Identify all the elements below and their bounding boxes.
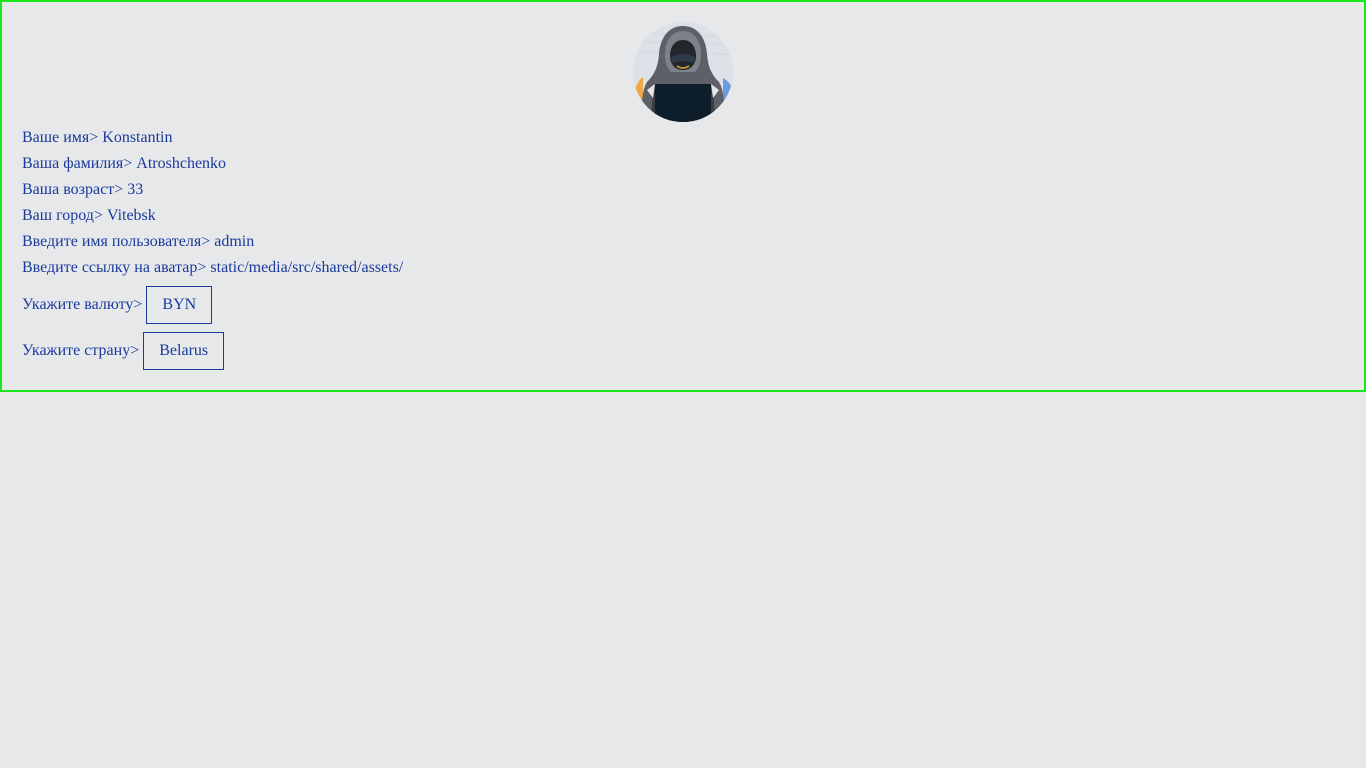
last-name-label: Ваша фамилия> — [22, 155, 133, 172]
username-value[interactable]: admin — [214, 233, 254, 250]
age-label: Ваша возраст> — [22, 181, 124, 198]
first-name-field: Ваше имя> Konstantin — [22, 128, 172, 148]
profile-card: Ваше имя> Konstantin Ваша фамилия> Atroshc… — [0, 0, 1366, 392]
avatar-link-label: Введите ссылку на аватар> — [22, 259, 207, 276]
age-value[interactable]: 33 — [127, 181, 143, 198]
last-name-value[interactable]: Atroshchenko — [136, 155, 226, 172]
first-name-label: Ваше имя> — [22, 129, 99, 146]
city-field: Ваш город> Vitebsk — [22, 206, 156, 226]
avatar-link-field: Введите ссылку на аватар> static/media/sr… — [22, 258, 403, 278]
username-label: Введите имя пользователя> — [22, 233, 211, 250]
currency-row: Укажите валюту> BYN — [22, 286, 213, 324]
country-row: Укажите страну> Belarus — [22, 332, 225, 370]
age-field: Ваша возраст> 33 — [22, 180, 143, 200]
currency-select[interactable]: BYN — [146, 286, 213, 324]
avatar — [633, 22, 733, 122]
last-name-field: Ваша фамилия> Atroshchenko — [22, 154, 226, 174]
username-field: Введите имя пользователя> admin — [22, 232, 254, 252]
hooded-hacker-avatar-icon — [633, 22, 733, 122]
country-label: Укажите страну> — [22, 342, 140, 359]
first-name-value[interactable]: Konstantin — [102, 129, 172, 146]
country-select[interactable]: Belarus — [143, 332, 225, 370]
avatar-link-value[interactable]: static/media/src/shared/assets/ — [210, 259, 403, 276]
city-label: Ваш город> — [22, 207, 103, 224]
city-value[interactable]: Vitebsk — [107, 207, 156, 224]
currency-label: Укажите валюту> — [22, 296, 143, 313]
